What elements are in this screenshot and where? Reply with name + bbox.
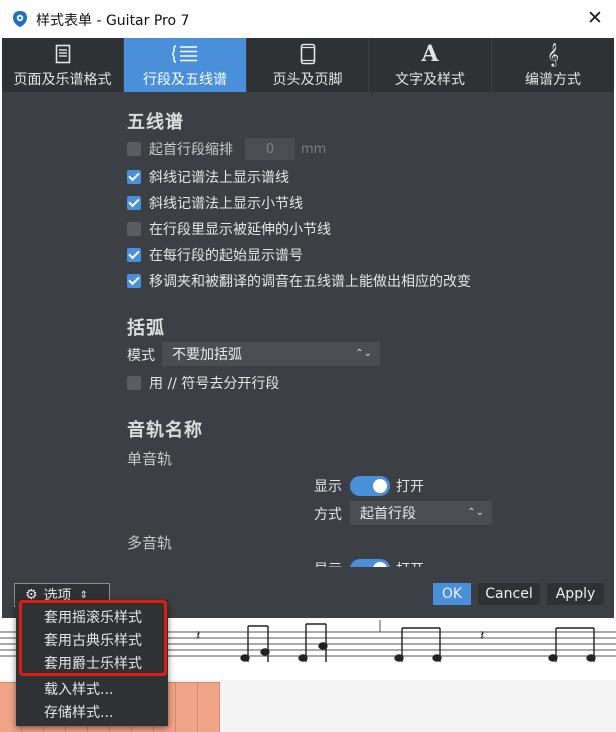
option-label: 起首行段缩排 [149, 142, 233, 158]
checkbox[interactable] [127, 274, 141, 288]
close-icon[interactable]: ✕ [584, 7, 606, 29]
section-title-track-names: 音轨名称 [127, 420, 203, 441]
option-capo-transposition[interactable]: 移调夹和被翻译的调音在五线谱上能做出相应的改变 [127, 271, 471, 291]
ok-button[interactable]: OK [433, 583, 471, 605]
tab-label: 页头及页脚 [272, 72, 343, 88]
grid-cell [198, 682, 220, 732]
updown-chevron-icon: ⌃⌄ [355, 348, 372, 359]
text-A-icon: A [421, 41, 439, 67]
title-bar: 样式表单 - Guitar Pro 7 ✕ [0, 0, 616, 38]
menu-item-save-style[interactable]: 存储样式... [16, 700, 168, 723]
option-label: 在每行段的起始显示谱号 [149, 248, 303, 264]
svg-text:𝄽: 𝄽 [196, 628, 200, 644]
style-sheet-dialog: 页面及乐谱格式 行段及五线谱 页头及页脚 A 文字及样式 𝄞 编谱方式 五线谱 [2, 38, 614, 618]
tab-system-staff[interactable]: 行段及五线谱 [124, 38, 247, 92]
guitar-pro-logo-icon [13, 11, 27, 27]
checkbox[interactable] [127, 196, 141, 210]
unit-label: mm [301, 141, 327, 157]
tab-page-format[interactable]: 页面及乐谱格式 [2, 38, 124, 92]
option-clef-each-system[interactable]: 在每行段的起始显示谱号 [127, 245, 303, 265]
mode-label: 模式 [127, 348, 155, 364]
method-label: 方式 [314, 507, 342, 523]
window-title: 样式表单 - Guitar Pro 7 [36, 13, 190, 29]
updown-chevron-icon: ⌃⌄ [467, 507, 484, 518]
option-label: 在行段里显示被延伸的小节线 [149, 222, 331, 238]
checkbox[interactable] [127, 376, 141, 390]
toggle-state: 打开 [396, 479, 424, 495]
section-title-brackets: 括弧 [127, 318, 165, 339]
show-label: 显示 [314, 479, 342, 495]
updown-chevron-icon: ⇕ [79, 589, 88, 601]
checkbox[interactable] [127, 170, 141, 184]
tab-label: 文字及样式 [395, 72, 465, 88]
tab-notation[interactable]: 𝄞 编谱方式 [492, 38, 614, 92]
checkbox[interactable] [127, 142, 141, 156]
svg-text:𝄽: 𝄽 [480, 628, 484, 644]
single-track-label: 单音轨 [127, 450, 173, 468]
option-label: 斜线记谱法上显示小节线 [149, 196, 303, 212]
settings-panel: 五线谱 起首行段缩排 0 mm 斜线记谱法上显示谱线 斜线记谱法上显示小节线 在… [2, 92, 614, 567]
cancel-button[interactable]: Cancel [478, 583, 540, 605]
tab-label: 页面及乐谱格式 [13, 72, 112, 88]
tab-bar: 页面及乐谱格式 行段及五线谱 页头及页脚 A 文字及样式 𝄞 编谱方式 [2, 38, 614, 92]
option-label: 用 // 符号去分开行段 [149, 376, 280, 392]
single-track-show-toggle[interactable] [350, 476, 390, 496]
option-first-system-indent[interactable]: 起首行段缩排 0 mm [127, 138, 327, 160]
toggle-state: 打开 [396, 559, 424, 567]
tab-label: 编谱方式 [525, 72, 581, 88]
option-split-systems[interactable]: 用 // 符号去分开行段 [127, 373, 279, 393]
option-extended-barlines[interactable]: 在行段里显示被延伸的小节线 [127, 219, 331, 239]
tab-label: 行段及五线谱 [143, 72, 227, 88]
red-highlight-annotation [19, 600, 167, 676]
checkbox[interactable] [127, 248, 141, 262]
apply-button[interactable]: Apply [547, 583, 604, 605]
treble-clef-icon: 𝄞 [547, 42, 559, 66]
option-label: 移调夹和被翻译的调音在五线谱上能做出相应的改变 [149, 274, 471, 290]
bracket-mode-select[interactable]: 不要加括弧 ⌃⌄ [162, 342, 380, 366]
option-label: 斜线记谱法上显示谱线 [149, 170, 289, 186]
select-value: 不要加括弧 [172, 347, 242, 363]
show-label: 显示 [314, 559, 342, 567]
option-slash-show-staff-lines[interactable]: 斜线记谱法上显示谱线 [127, 167, 289, 187]
checkbox[interactable] [127, 222, 141, 236]
multi-track-show-toggle[interactable] [350, 559, 390, 567]
tab-header-footer[interactable]: 页头及页脚 [247, 38, 369, 92]
phone-page-icon [247, 42, 368, 66]
menu-item-load-style[interactable]: 载入样式... [16, 677, 168, 700]
multi-track-label: 多音轨 [127, 534, 173, 552]
tab-text-style[interactable]: A 文字及样式 [369, 38, 492, 92]
single-track-method-select[interactable]: 起首行段 ⌃⌄ [350, 501, 492, 525]
select-value: 起首行段 [360, 506, 416, 522]
staff-lines-icon [124, 42, 246, 66]
grid-cell [176, 682, 198, 732]
page-icon [2, 42, 123, 66]
option-slash-show-barlines[interactable]: 斜线记谱法上显示小节线 [127, 193, 303, 213]
indent-value-input[interactable]: 0 [245, 138, 295, 160]
section-title-staff: 五线谱 [127, 112, 184, 133]
